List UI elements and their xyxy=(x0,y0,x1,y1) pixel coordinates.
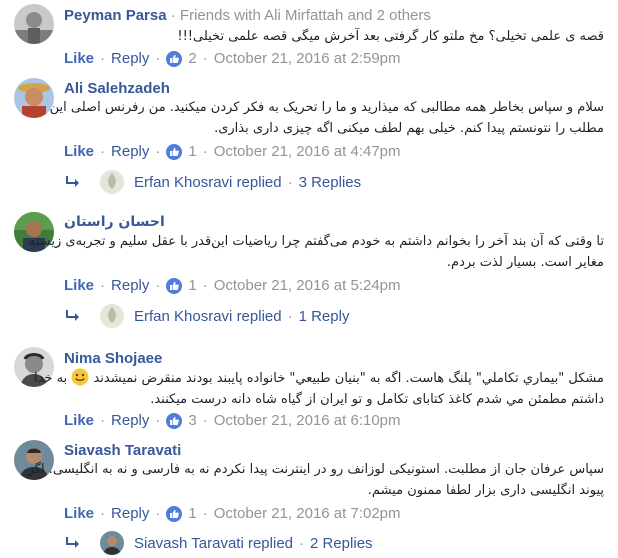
avatar[interactable] xyxy=(14,78,54,118)
like-button[interactable]: Like xyxy=(64,143,94,160)
replies-row[interactable]: Siavash Taravati replied · 2 Replies xyxy=(64,529,373,557)
comment-line: سپاس عرفان جان از مطلبت. استونیکی لوزانف… xyxy=(27,462,604,477)
comment-line: مطلب را نتونستم پیدا کنم. خیلی بهم لطف م… xyxy=(214,121,604,136)
like-button[interactable]: Like xyxy=(64,505,94,522)
comment-header: Nima Shojaee xyxy=(64,350,162,367)
separator: · xyxy=(155,143,161,160)
reply-author-name[interactable]: Siavash Taravati xyxy=(134,535,244,552)
comment-line: مغایر است. بسیار لذت بردم. xyxy=(446,255,604,270)
timestamp[interactable]: October 21, 2016 at 4:47pm xyxy=(214,143,401,160)
commenter-name[interactable]: احسان راستان xyxy=(64,214,165,230)
separator: · xyxy=(170,7,176,24)
mutual-friends[interactable]: Friends with Ali Mirfattah and 2 others xyxy=(180,7,431,24)
separator: · xyxy=(202,505,208,522)
avatar[interactable] xyxy=(100,170,124,194)
separator: · xyxy=(202,277,208,294)
comment-text-fragment: مشکل "بيماري تکاملي" پلنگ هاست. اگه به "… xyxy=(93,371,604,386)
separator: · xyxy=(100,277,106,294)
like-count[interactable]: 1 xyxy=(188,505,196,522)
separator: · xyxy=(202,143,208,160)
replies-row[interactable]: Erfan Khosravi replied · 3 Replies xyxy=(64,168,361,196)
comment-header: Siavash Taravati xyxy=(64,442,181,459)
reply-button[interactable]: Reply xyxy=(111,277,149,294)
comment-text: مشکل "بيماري تکاملي" پلنگ هاست. اگه به "… xyxy=(34,368,604,410)
comment-header: احسان راستان xyxy=(64,213,165,230)
reply-author-name[interactable]: Erfan Khosravi xyxy=(134,174,232,191)
comment-text: قصه ی علمی تخیلی؟ مخ ملتو کار گرفتی بعد … xyxy=(177,26,604,47)
timestamp[interactable]: October 21, 2016 at 6:10pm xyxy=(214,412,401,429)
comment-actions: Like · Reply · 2 · October 21, 2016 at 2… xyxy=(64,50,401,67)
reply-arrow-icon xyxy=(66,176,79,187)
comment-actions: Like · Reply · 1 · October 21, 2016 at 7… xyxy=(64,505,401,522)
like-count[interactable]: 1 xyxy=(188,143,196,160)
comment-line: قصه ی علمی تخیلی؟ مخ ملتو کار گرفتی بعد … xyxy=(177,29,604,44)
separator: · xyxy=(202,412,208,429)
reply-button[interactable]: Reply xyxy=(111,505,149,522)
comment-line: پیوند انگلیسی داری بزار لطفا ممنون میشم. xyxy=(367,483,604,498)
comment-line: تا وقتی که آن بند آخر را بخوانم داشتم به… xyxy=(28,234,604,249)
replied-label: replied xyxy=(236,307,282,325)
replied-label: replied xyxy=(236,173,282,191)
smiley-emoji-icon xyxy=(71,368,89,386)
comment-line: داشتم مطمئن مي شدم کاغذ کتابای تکامل و ت… xyxy=(150,392,604,407)
thumbs-up-icon xyxy=(166,277,183,294)
like-button[interactable]: Like xyxy=(64,50,94,67)
replies-count[interactable]: 3 Replies xyxy=(299,174,362,191)
comment-line: سلام و سپاس بخاطر همه مطالبی که میذارید … xyxy=(49,100,604,115)
separator: · xyxy=(155,277,161,294)
like-count[interactable]: 3 xyxy=(188,412,196,429)
separator: · xyxy=(100,50,106,67)
commenter-name[interactable]: Nima Shojaee xyxy=(64,350,162,367)
separator: · xyxy=(202,50,208,67)
avatar[interactable] xyxy=(100,304,124,328)
reply-author-name[interactable]: Erfan Khosravi xyxy=(134,308,232,325)
separator: · xyxy=(155,412,161,429)
comment-header: Peyman Parsa · Friends with Ali Mirfatta… xyxy=(64,7,431,24)
commenter-name[interactable]: Siavash Taravati xyxy=(64,442,181,459)
thumbs-up-icon xyxy=(166,505,183,522)
comment-text: سپاس عرفان جان از مطلبت. استونیکی لوزانف… xyxy=(28,459,604,501)
replies-count[interactable]: 1 Reply xyxy=(299,308,350,325)
reply-button[interactable]: Reply xyxy=(111,412,149,429)
reply-arrow-icon xyxy=(66,537,79,548)
separator: · xyxy=(287,307,293,325)
comment-header: Ali Salehzadeh xyxy=(64,80,170,97)
comment-actions: Like · Reply · 1 · October 21, 2016 at 5… xyxy=(64,277,401,294)
timestamp[interactable]: October 21, 2016 at 2:59pm xyxy=(214,50,401,67)
replies-row[interactable]: Erfan Khosravi replied · 1 Reply xyxy=(64,302,349,330)
separator: · xyxy=(287,173,293,191)
comment-actions: Like · Reply · 1 · October 21, 2016 at 4… xyxy=(64,143,401,160)
replied-label: replied xyxy=(247,534,293,552)
thumbs-up-icon xyxy=(166,50,183,67)
avatar[interactable] xyxy=(14,4,54,44)
like-button[interactable]: Like xyxy=(64,277,94,294)
timestamp[interactable]: October 21, 2016 at 5:24pm xyxy=(214,277,401,294)
comment-text-fragment: به خدا xyxy=(33,371,68,386)
reply-button[interactable]: Reply xyxy=(111,50,149,67)
separator: · xyxy=(155,50,161,67)
like-count[interactable]: 2 xyxy=(188,50,196,67)
timestamp[interactable]: October 21, 2016 at 7:02pm xyxy=(214,505,401,522)
commenter-name[interactable]: Peyman Parsa xyxy=(64,7,167,24)
like-count[interactable]: 1 xyxy=(188,277,196,294)
thumbs-up-icon xyxy=(166,143,183,160)
avatar[interactable] xyxy=(100,531,124,555)
reply-arrow-icon xyxy=(66,310,79,321)
comment-text: تا وقتی که آن بند آخر را بخوانم داشتم به… xyxy=(29,231,604,273)
comment-line: مشکل "بيماري تکاملي" پلنگ هاست. اگه به "… xyxy=(34,368,604,389)
like-button[interactable]: Like xyxy=(64,412,94,429)
separator: · xyxy=(299,534,304,552)
replies-count[interactable]: 2 Replies xyxy=(310,535,373,552)
commenter-name[interactable]: Ali Salehzadeh xyxy=(64,80,170,97)
reply-button[interactable]: Reply xyxy=(111,143,149,160)
thumbs-up-icon xyxy=(166,412,183,429)
separator: · xyxy=(100,412,106,429)
separator: · xyxy=(100,505,106,522)
separator: · xyxy=(155,505,161,522)
comment-text: سلام و سپاس بخاطر همه مطالبی که میذارید … xyxy=(50,97,604,139)
separator: · xyxy=(100,143,106,160)
comment-actions: Like · Reply · 3 · October 21, 2016 at 6… xyxy=(64,412,401,429)
